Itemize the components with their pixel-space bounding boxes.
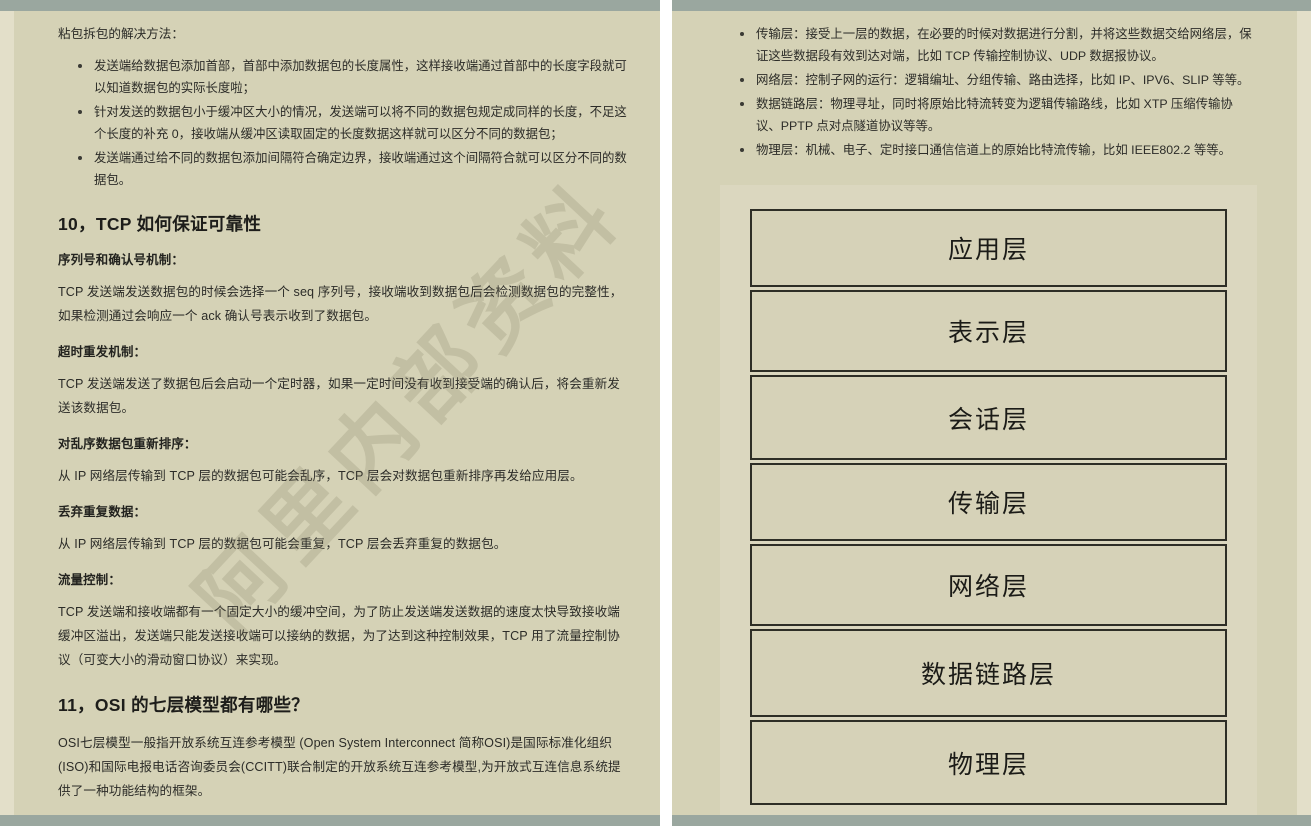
section-title-11: 11，OSI 的七层模型都有哪些？ [58, 695, 310, 715]
list-item: 数据链路层：物理寻址，同时将原始比特流转变为逻辑传输路线，比如 XTP 压缩传输… [740, 93, 1257, 137]
left-column-content: 粘包拆包的解决方法： 发送端给数据包添加首部，首部中添加数据包的长度属性，这样接… [14, 11, 660, 826]
subsection-heading-timeout-retransmit: 超时重发机制： [58, 345, 147, 359]
osi-layer-network: 网络层 [750, 544, 1227, 626]
osi-layer-data-link: 数据链路层 [750, 629, 1227, 717]
list-item: 物理层：机械、电子、定时接口通信信道上的原始比特流传输，比如 IEEE802.2… [740, 139, 1257, 161]
osi-layer-session: 会话层 [750, 375, 1227, 460]
subsection-text-seq-ack: TCP 发送端发送数据包的时候会选择一个 seq 序列号，接收端收到数据包后会检… [58, 285, 623, 323]
section-title-10: 10，TCP 如何保证可靠性 [58, 214, 262, 234]
list-item: 发送端通过给不同的数据包添加间隔符合确定边界，接收端通过这个间隔符合就可以区分不… [78, 147, 632, 191]
osi-definition-paragraph: OSI七层模型一般指开放系统互连参考模型 (Open System Interc… [58, 736, 621, 798]
list-item: 针对发送的数据包小于缓冲区大小的情况，发送端可以将不同的数据包规定成同样的长度，… [78, 101, 632, 145]
osi-layer-physical: 物理层 [750, 720, 1227, 805]
subsection-text-discard-duplicate: 从 IP 网络层传输到 TCP 层的数据包可能会重复，TCP 层会丢弃重复的数据… [58, 537, 507, 551]
osi-layer-presentation: 表示层 [750, 290, 1227, 372]
osi-model-figure: 应用层 表示层 会话层 传输层 网络层 数据链路层 物理层 [720, 185, 1257, 826]
left-page-column: 阿里内部资料 粘包拆包的解决方法： 发送端给数据包添加首部，首部中添加数据包的长… [14, 11, 660, 826]
list-item: 发送端给数据包添加首部，首部中添加数据包的长度属性，这样接收端通过首部中的长度字… [78, 55, 632, 99]
right-column-content: 传输层：接受上一层的数据，在必要的时候对数据进行分割，并将这些数据交给网络层，保… [672, 11, 1297, 826]
osi-layer-application: 应用层 [750, 209, 1227, 287]
sticky-packet-intro: 粘包拆包的解决方法： [58, 27, 184, 41]
document-page: 阿里内部资料 粘包拆包的解决方法： 发送端给数据包添加首部，首部中添加数据包的长… [0, 0, 1311, 826]
subsection-text-timeout-retransmit: TCP 发送端发送了数据包后会启动一个定时器，如果一定时间没有收到接受端的确认后… [58, 377, 620, 415]
list-item: 网络层：控制子网的运行：逻辑编址、分组传输、路由选择，比如 IP、IPV6、SL… [740, 69, 1257, 91]
sticky-packet-solutions-list: 发送端给数据包添加首部，首部中添加数据包的长度属性，这样接收端通过首部中的长度字… [58, 55, 632, 191]
subsection-heading-flow-control: 流量控制： [58, 573, 121, 587]
list-item: 传输层：接受上一层的数据，在必要的时候对数据进行分割，并将这些数据交给网络层，保… [740, 23, 1257, 67]
osi-lower-layers-list: 传输层：接受上一层的数据，在必要的时候对数据进行分割，并将这些数据交给网络层，保… [720, 23, 1257, 161]
left-margin-strip [0, 11, 14, 815]
subsection-heading-discard-duplicate: 丢弃重复数据： [58, 505, 147, 519]
page-top-rail [0, 0, 1311, 11]
right-margin-strip [1297, 11, 1311, 815]
right-page-column: 阿里内部资料 传输层：接受上一层的数据，在必要的时候对数据进行分割，并将这些数据… [672, 11, 1297, 826]
subsection-text-flow-control: TCP 发送端和接收端都有一个固定大小的缓冲空间，为了防止发送端发送数据的速度太… [58, 605, 620, 667]
page-bottom-rail [0, 815, 1311, 826]
subsection-heading-seq-ack: 序列号和确认号机制： [58, 253, 184, 267]
subsection-heading-reorder: 对乱序数据包重新排序： [58, 437, 197, 451]
osi-layer-transport: 传输层 [750, 463, 1227, 541]
osi-layer-stack: 应用层 表示层 会话层 传输层 网络层 数据链路层 物理层 [750, 209, 1227, 805]
page-gutter [660, 0, 672, 826]
subsection-text-reorder: 从 IP 网络层传输到 TCP 层的数据包可能会乱序，TCP 层会对数据包重新排… [58, 469, 583, 483]
